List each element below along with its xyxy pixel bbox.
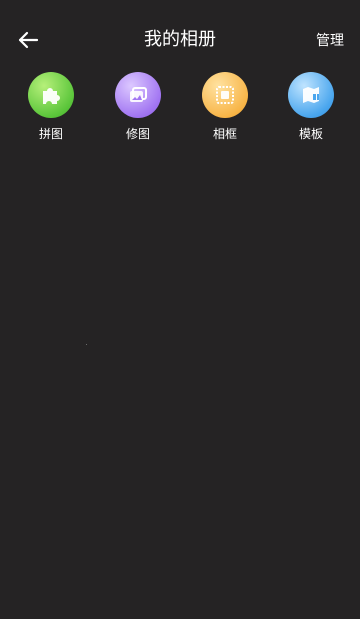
tool-label-template: 模板	[298, 127, 323, 141]
tool-label-frame: 相框	[212, 127, 237, 141]
tool-label-photo-edit: 修图	[125, 127, 150, 141]
stray-pixel	[86, 344, 87, 345]
template-icon	[288, 72, 334, 118]
manage-button[interactable]: 管理	[316, 31, 344, 51]
tool-photo-edit[interactable]: 修图	[103, 70, 173, 150]
puzzle-icon	[28, 72, 74, 118]
tool-row: 拼图 修图 相框 模板	[0, 70, 360, 150]
header: 我的相册 管理	[0, 0, 360, 80]
tool-puzzle[interactable]: 拼图	[16, 70, 86, 150]
page-title: 我的相册	[144, 29, 216, 50]
photo-edit-icon	[115, 72, 161, 118]
tool-frame[interactable]: 相框	[190, 70, 260, 150]
tool-template[interactable]: 模板	[276, 70, 346, 150]
tool-label-puzzle: 拼图	[38, 127, 63, 141]
frame-icon	[202, 72, 248, 118]
